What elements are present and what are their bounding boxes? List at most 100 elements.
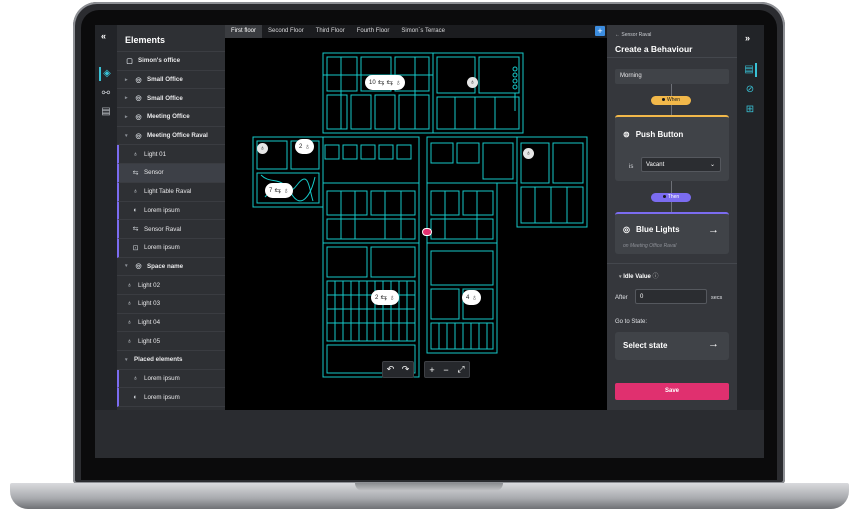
element-item[interactable]: ⊡ Lorem ipsum: [117, 238, 225, 258]
when-chip: When: [651, 96, 691, 105]
trigger-card[interactable]: ⊜ Push Button is Vacant ⌄: [615, 115, 729, 181]
element-item[interactable]: ♁ Light 03: [117, 295, 225, 314]
selected-sensor-marker[interactable]: [422, 228, 432, 236]
element-item-label: Simon's office: [138, 57, 181, 65]
chevron-down-icon[interactable]: ▾: [125, 357, 130, 363]
arrow-right-icon: →: [708, 338, 719, 350]
action-title: ◎ Blue Lights: [623, 225, 680, 234]
element-item[interactable]: ♁ Lorem ipsum: [117, 369, 225, 389]
element-item[interactable]: ◐ Lorem ipsum: [117, 388, 225, 408]
trigger-label: Push Button: [635, 130, 684, 139]
select-state-card[interactable]: Select state →: [615, 332, 729, 360]
box-icon: ⊡: [132, 244, 139, 252]
element-item-label: Lorem ipsum: [144, 393, 180, 401]
nodes-icon[interactable]: ⚯: [99, 87, 113, 101]
then-chip-label: Then: [667, 194, 680, 200]
bulb-icon: ♁: [471, 293, 478, 302]
element-item[interactable]: ♁ Light Table Raval: [117, 182, 225, 202]
chevron-right-icon[interactable]: ▸: [125, 95, 130, 101]
behaviour-name-input[interactable]: Morning: [615, 69, 729, 84]
element-item[interactable]: ♁ Light 04: [117, 314, 225, 333]
zoom-controls: + − ⤢: [424, 361, 470, 378]
tab-first-floor[interactable]: First floor: [225, 25, 263, 38]
bulb-icon: ♁: [132, 188, 139, 196]
tab-fourth-floor[interactable]: Fourth Floor: [351, 25, 396, 38]
bulb-icon: ♁: [389, 293, 396, 302]
push-button-icon: ⊜: [623, 130, 630, 139]
element-item-label: Placed elements: [134, 356, 183, 364]
sensor-icon: ⇆: [377, 78, 385, 87]
element-item[interactable]: ♁ Light 05: [117, 332, 225, 351]
after-seconds-input[interactable]: 0: [635, 289, 707, 304]
zone-icon: ◎: [135, 76, 142, 84]
chevron-right-icon[interactable]: ▸: [125, 77, 130, 83]
element-item[interactable]: ▾ ◎ Meeting Office Raval: [117, 127, 225, 146]
layers-icon[interactable]: ◈: [99, 67, 113, 81]
then-chip: Then: [651, 193, 691, 202]
laptop-notch: [355, 483, 503, 491]
element-item[interactable]: ♁ Light 02: [117, 276, 225, 295]
state-select-value: Vacant: [646, 162, 665, 168]
goto-state-label: Go to State:: [615, 319, 648, 325]
idle-value-toggle[interactable]: ▾ Idle Value ⓘ: [619, 271, 659, 280]
panel-icon[interactable]: ▤: [743, 63, 757, 77]
element-item-label: Meeting Office: [147, 113, 190, 121]
element-item[interactable]: ▢ Simon's office: [117, 52, 225, 71]
tab-simons-terrace[interactable]: Simon´s Terrace: [395, 25, 451, 38]
sensor-icon: ⇆: [132, 169, 139, 177]
collapse-button[interactable]: «: [101, 31, 106, 41]
zone-icon: ◎: [135, 113, 142, 121]
tab-second-floor[interactable]: Second Floor: [262, 25, 310, 38]
element-item-label: Small Office: [147, 76, 183, 84]
map-pin-group[interactable]: 10 ⇆ ⇆ ♁: [365, 75, 406, 90]
pin-count: 2: [375, 294, 379, 301]
map-pin-group[interactable]: 2 ⇆ ♁: [371, 290, 400, 305]
expand-button[interactable]: »: [745, 33, 750, 43]
fit-screen-button[interactable]: ⤢: [457, 364, 464, 375]
element-item-label: Light 01: [144, 150, 167, 158]
zoom-out-button[interactable]: −: [443, 365, 448, 375]
bulb-pin[interactable]: ♁: [257, 143, 268, 154]
sensor-icon: ⇆: [380, 293, 388, 302]
layout-icon[interactable]: ▤: [99, 105, 113, 119]
tab-third-floor[interactable]: Third Floor: [310, 25, 351, 38]
arrow-right-icon[interactable]: →: [708, 224, 719, 236]
element-item[interactable]: ◐ Lorem ipsum: [117, 201, 225, 221]
behaviour-panel: ← Sensor Raval Create a Behaviour Mornin…: [607, 25, 737, 410]
map-pin-group[interactable]: 2 ♁: [295, 139, 315, 154]
element-item[interactable]: ♁ Light 01: [117, 145, 225, 165]
chevron-down-icon[interactable]: ▾: [125, 133, 130, 139]
element-item[interactable]: ▸ ◎ Small Office: [117, 89, 225, 109]
chevron-down-icon[interactable]: ▾: [125, 263, 130, 269]
floor-plan-canvas[interactable]: 10 ⇆ ⇆ ♁ ♁ 2 ♁ ♁ ♁ 7 ⇆ ♁ 2 ⇆ ♁ 4 ♁ ↶ ↷ +…: [225, 25, 607, 410]
info-icon: ⓘ: [652, 274, 659, 280]
grid-add-icon[interactable]: ⊞: [743, 103, 757, 117]
breadcrumb[interactable]: ← Sensor Raval: [615, 32, 651, 38]
element-item[interactable]: ▸ ◎ Meeting Office: [117, 108, 225, 127]
redo-button[interactable]: ↷: [402, 364, 410, 375]
action-card[interactable]: ◎ Blue Lights → on Meeting Office Raval: [615, 212, 729, 254]
element-item[interactable]: ⇆ Sensor Raval: [117, 220, 225, 239]
map-pin-group[interactable]: 7 ⇆ ♁: [265, 183, 294, 198]
undo-button[interactable]: ↶: [387, 364, 395, 375]
zoom-in-button[interactable]: +: [429, 365, 434, 375]
element-item-label: Small Office: [147, 94, 183, 102]
state-select[interactable]: Vacant ⌄: [641, 157, 721, 172]
element-item[interactable]: ▸ ◎ Small Office: [117, 71, 225, 90]
pin-count: 10: [369, 79, 376, 86]
chevron-right-icon[interactable]: ▸: [125, 114, 130, 120]
bulb-pin[interactable]: ♁: [523, 148, 534, 159]
sensor-icon: ⇆: [274, 186, 282, 195]
element-item[interactable]: ⇆ Sensor: [117, 164, 225, 183]
element-item-label: Light 02: [138, 281, 161, 289]
element-item-label: Light 03: [138, 300, 161, 308]
add-floor-button[interactable]: +: [595, 26, 605, 36]
save-button[interactable]: Save: [615, 383, 729, 400]
bulb-pin[interactable]: ♁: [467, 77, 478, 88]
element-item[interactable]: ▾ Placed elements: [117, 351, 225, 370]
app-screen: « ◈ ⚯ ▤ Elements ▢ Simon's office ▸ ◎ Small …: [95, 25, 764, 458]
link-icon[interactable]: ⊘: [743, 83, 757, 97]
map-pin-group[interactable]: 4 ♁: [462, 290, 482, 305]
select-state-label: Select state: [623, 341, 668, 350]
element-item[interactable]: ▾ ◎ Space name: [117, 258, 225, 277]
